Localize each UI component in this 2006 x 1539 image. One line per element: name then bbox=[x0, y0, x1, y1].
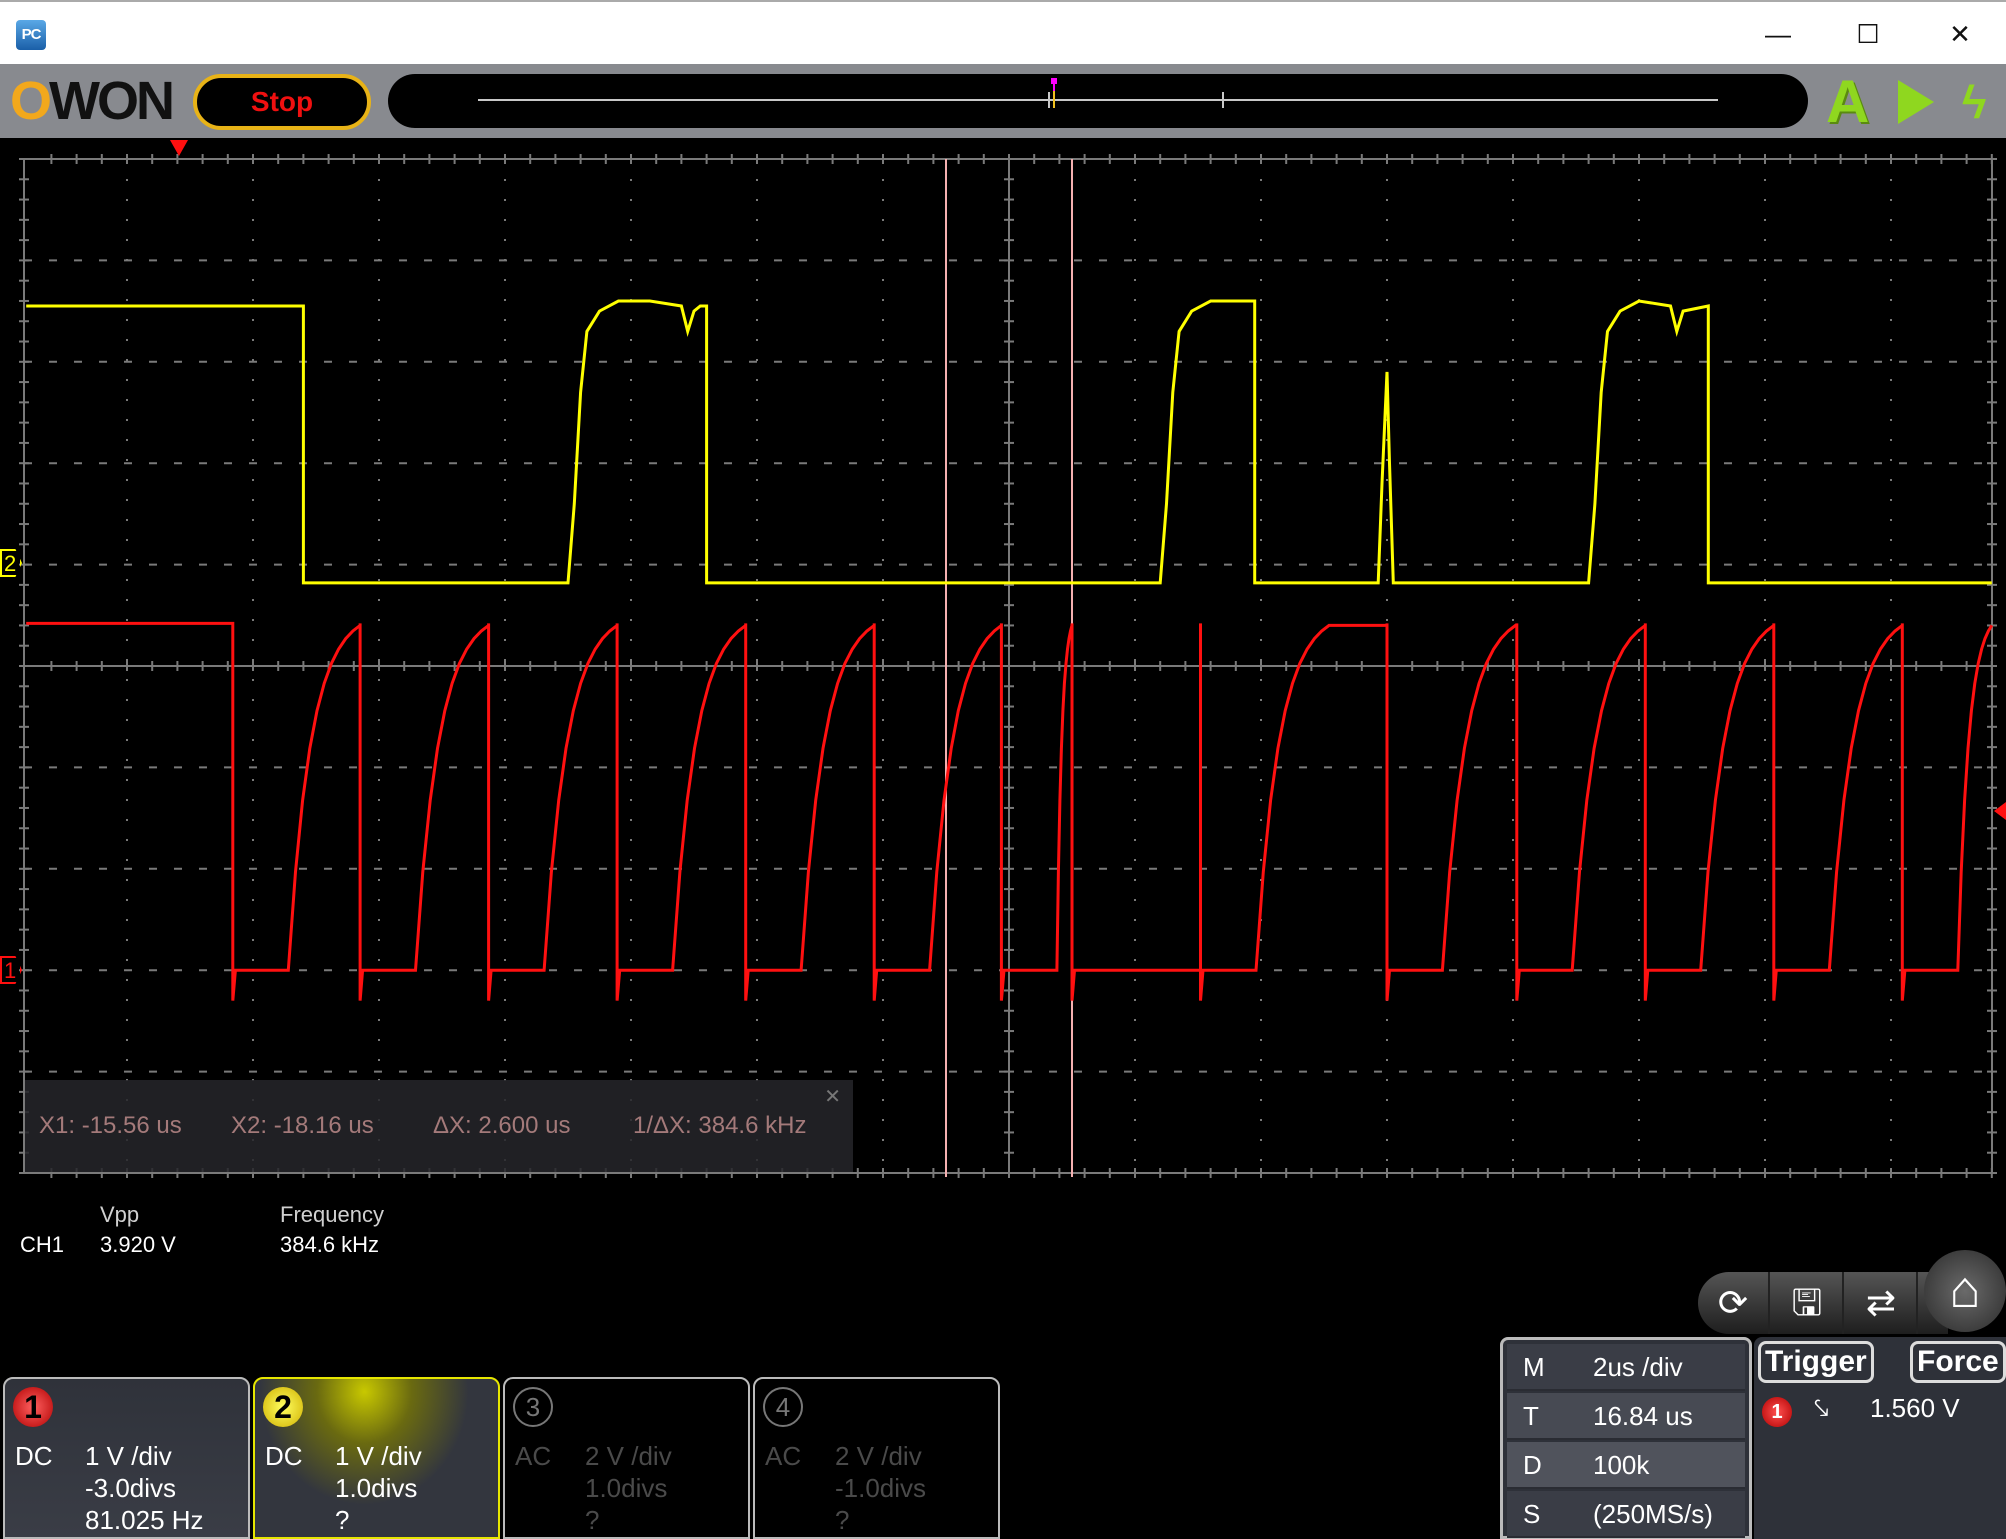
trigger-level-value: 1.560 V bbox=[1870, 1393, 1960, 1423]
meas-channel-label: CH1 bbox=[20, 1232, 65, 1257]
cursor-x2-value: X2: -18.16 us bbox=[231, 1112, 374, 1139]
ch3-badge-icon: 3 bbox=[513, 1387, 553, 1427]
ch1-frequency: 81.025 Hz bbox=[85, 1505, 204, 1535]
ch4-badge-icon: 4 bbox=[763, 1387, 803, 1427]
channel-1-card[interactable]: 1 DC 1 V /div -3.0divs 81.025 Hz bbox=[3, 1377, 250, 1539]
ch1-scale: 1 V /div bbox=[85, 1441, 172, 1471]
cursor-readout-panel: X1: -15.56 us X2: -18.16 us ΔX: 2.600 us… bbox=[25, 1080, 853, 1172]
save-icon[interactable]: 🖫 bbox=[1772, 1272, 1844, 1334]
ch3-frequency: ? bbox=[585, 1505, 600, 1535]
row-key: D bbox=[1523, 1450, 1542, 1480]
horizontal-row-timebase[interactable]: M 2us /div bbox=[1507, 1344, 1745, 1391]
trigger-level-marker-icon[interactable] bbox=[1994, 802, 2006, 820]
cursor-x1-value: X1: -15.56 us bbox=[39, 1112, 182, 1139]
trigger-button[interactable]: Trigger bbox=[1758, 1341, 1874, 1383]
ch4-coupling: AC bbox=[765, 1441, 802, 1471]
horizontal-row-trigger-time[interactable]: T 16.84 us bbox=[1507, 1393, 1745, 1440]
ch2-offset: 1.0divs bbox=[335, 1473, 418, 1503]
horizontal-row-sample-rate[interactable]: S (250MS/s) bbox=[1507, 1491, 1745, 1538]
ch1-coupling: DC bbox=[15, 1441, 53, 1471]
sample-rate-value: (250MS/s) bbox=[1593, 1499, 1713, 1529]
meas-vpp-value: 3.920 V bbox=[100, 1232, 176, 1257]
trigger-position-marker-icon[interactable] bbox=[170, 140, 188, 156]
ch1-offset: -3.0divs bbox=[85, 1473, 177, 1503]
ch4-frequency: ? bbox=[835, 1505, 850, 1535]
ch4-scale: 2 V /div bbox=[835, 1441, 922, 1471]
meas-header-frequency: Frequency bbox=[280, 1202, 384, 1227]
cursor-inverse-delta-value: 1/ΔX: 384.6 kHz bbox=[633, 1112, 807, 1139]
force-button[interactable]: Force bbox=[1910, 1341, 2006, 1383]
row-key: T bbox=[1523, 1401, 1539, 1431]
close-icon[interactable]: ✕ bbox=[824, 1084, 841, 1109]
quick-action-bar: ⟳ 🖫 ⇄ bbox=[1698, 1272, 1948, 1334]
swap-window-icon[interactable]: ⇄ bbox=[1846, 1272, 1918, 1334]
row-key: M bbox=[1523, 1352, 1545, 1382]
horizontal-settings-panel[interactable]: M 2us /div T 16.84 us D 100k S (250MS/s) bbox=[1500, 1337, 1752, 1539]
ch3-scale: 2 V /div bbox=[585, 1441, 672, 1471]
reset-default-icon[interactable]: ⟳ bbox=[1698, 1272, 1770, 1334]
ch4-offset: -1.0divs bbox=[835, 1473, 927, 1503]
falling-edge-icon: ⤥ bbox=[1814, 1393, 1829, 1423]
ch3-coupling: AC bbox=[515, 1441, 552, 1471]
meas-frequency-value: 384.6 kHz bbox=[280, 1232, 380, 1257]
ch3-offset: 1.0divs bbox=[585, 1473, 668, 1503]
channel-3-card[interactable]: 3 AC 2 V /div 1.0divs ? bbox=[503, 1377, 750, 1539]
channel-2-card[interactable]: 2 DC 1 V /div 1.0divs ? bbox=[253, 1377, 500, 1539]
timebase-value: 2us /div bbox=[1593, 1352, 1683, 1382]
channel-4-card[interactable]: 4 AC 2 V /div -1.0divs ? bbox=[753, 1377, 1000, 1539]
trigger-time-value: 16.84 us bbox=[1593, 1401, 1693, 1431]
ch2-badge-icon: 2 bbox=[263, 1387, 303, 1427]
row-key: S bbox=[1523, 1499, 1541, 1529]
ch2-scale: 1 V /div bbox=[335, 1441, 422, 1471]
trigger-source-badge-icon: 1 bbox=[1762, 1397, 1792, 1427]
ch1-badge-icon: 1 bbox=[13, 1387, 53, 1427]
home-icon[interactable]: ⌂ bbox=[1924, 1250, 2006, 1332]
ch2-frequency: ? bbox=[335, 1505, 350, 1535]
horizontal-row-depth[interactable]: D 100k bbox=[1507, 1442, 1745, 1489]
cursor-delta-x-value: ΔX: 2.600 us bbox=[433, 1112, 571, 1139]
meas-header-vpp: Vpp bbox=[100, 1202, 140, 1227]
trigger-panel: Trigger Force 1 ⤥ 1.560 V bbox=[1754, 1337, 2006, 1539]
memory-depth-value: 100k bbox=[1593, 1450, 1650, 1480]
ch2-coupling: DC bbox=[265, 1441, 303, 1471]
